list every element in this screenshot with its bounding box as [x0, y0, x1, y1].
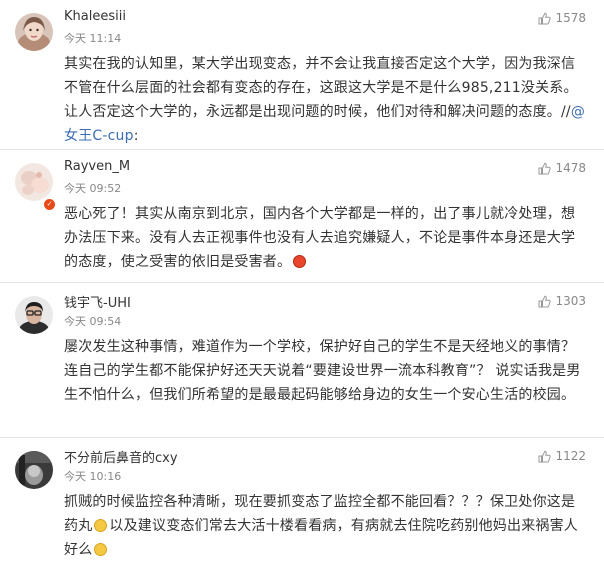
- avatar[interactable]: [15, 451, 53, 489]
- thumbs-up-icon: [538, 12, 552, 25]
- thumbs-up-icon: [538, 295, 552, 308]
- like-count: 1303: [555, 294, 586, 308]
- smile-emoji-icon: [94, 543, 108, 556]
- comment-item: 钱宇飞-UHI 今天 09:54 1303 屡次发生这种事情，难道作为一个学校，…: [0, 283, 604, 438]
- smile-emoji-icon: [94, 519, 108, 532]
- comment-item: Khaleesiii 今天 11:14 1578 其实在我的认知里，某大学出现变…: [0, 0, 604, 150]
- angry-emoji-icon: [293, 255, 307, 268]
- like-count: 1578: [555, 11, 586, 25]
- comment-text: 其实在我的认知里，某大学出现变态，并不会让我直接否定这个大学，因为我深信不管在什…: [64, 52, 586, 148]
- comment-username[interactable]: 不分前后鼻音的cxy: [64, 447, 178, 466]
- comment-text: 抓贼的时候监控各种清晰，现在要抓变态了监控全都不能回看？？？保卫处你这是药丸 以及…: [64, 490, 586, 562]
- like-count: 1122: [555, 449, 586, 463]
- comment-time: 今天 09:54: [64, 315, 122, 328]
- thumbs-up-icon: [538, 162, 552, 175]
- like-button[interactable]: 1578: [538, 11, 586, 25]
- comment-time: 今天 11:14: [64, 32, 122, 45]
- comment-username[interactable]: Khaleesiii: [64, 9, 126, 24]
- avatar[interactable]: [15, 13, 53, 51]
- comment-feed: Khaleesiii 今天 11:14 1578 其实在我的认知里，某大学出现变…: [0, 0, 604, 566]
- like-button[interactable]: 1478: [538, 161, 586, 175]
- verified-badge-icon: ✓: [43, 198, 56, 211]
- comment-text-main: 其实在我的认知里，某大学出现变态，并不会让我直接否定这个大学，因为我深信不管在什…: [64, 56, 578, 120]
- comment-item: 不分前后鼻音的cxy 今天 10:16 1122 抓贼的时候监控各种清晰，现在要…: [0, 438, 604, 566]
- like-count: 1478: [555, 161, 586, 175]
- comment-item: ✓ Rayven_M 今天 09:52 1478 恶心死了！其实从南京到北京，国…: [0, 150, 604, 283]
- comment-text-main: 恶心死了！其实从南京到北京，国内各个大学都是一样的，出了事儿就冷处理，想办法压下…: [64, 206, 576, 270]
- thumbs-up-icon: [538, 450, 552, 463]
- like-button[interactable]: 1122: [538, 449, 586, 463]
- comment-username[interactable]: Rayven_M: [64, 159, 130, 174]
- comment-time: 今天 10:16: [64, 470, 122, 483]
- avatar[interactable]: [15, 296, 53, 334]
- comment-text-part2: 以及建议变态们常去大活十楼看看病，有病就去住院吃药别他妈出来祸害人好么: [64, 518, 579, 558]
- comment-time: 今天 09:52: [64, 182, 122, 195]
- comment-text: 恶心死了！其实从南京到北京，国内各个大学都是一样的，出了事儿就冷处理，想办法压下…: [64, 202, 586, 274]
- like-button[interactable]: 1303: [538, 294, 586, 308]
- avatar[interactable]: [15, 163, 53, 201]
- comment-text: 屡次发生这种事情，难道作为一个学校，保护好自己的学生不是天经地义的事情？ 连自己…: [64, 339, 581, 403]
- comment-username[interactable]: 钱宇飞-UHI: [64, 292, 131, 311]
- comment-text-tail: :: [133, 128, 139, 144]
